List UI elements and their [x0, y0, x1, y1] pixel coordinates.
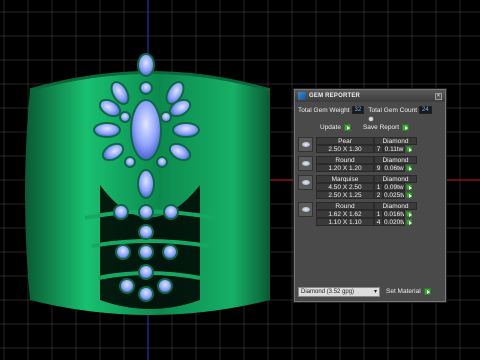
gem-row: 4.50 X 2.50 1 0.09tw	[316, 183, 442, 191]
total-weight-field: 32	[351, 106, 365, 114]
total-count-label: Total Gem Count	[368, 106, 418, 114]
round-gem	[138, 264, 154, 280]
gem-qty: 1	[374, 183, 383, 191]
totals-row: Total Gem Weight 32 Total Gem Count 24	[295, 104, 445, 116]
gem-material: Diamond	[374, 156, 417, 164]
divider-knob-icon[interactable]	[368, 116, 374, 122]
gem-thumbnail-icon[interactable]	[298, 156, 313, 171]
gem-row: 1.10 X 1.10 4 0.020tw	[316, 218, 442, 226]
set-material-button[interactable]	[423, 288, 431, 295]
gem-row: 2.50 X 1.30 7 0.11tw	[316, 145, 442, 153]
gem-weight: 0.016tw	[383, 210, 405, 218]
gem-select-button[interactable]	[406, 211, 412, 217]
gem-size: 4.50 X 2.50	[316, 183, 374, 191]
gem-thumbnail-icon[interactable]	[298, 202, 313, 217]
save-report-button[interactable]	[402, 124, 410, 131]
round-gem	[138, 286, 154, 302]
gem-group: Round Diamond 1.20 X 1.20 9 0.06tw	[298, 156, 442, 172]
round-gem	[115, 244, 131, 260]
gem-select-button[interactable]	[406, 192, 412, 198]
gem-shape: Round	[316, 156, 374, 164]
material-density: (3.52 gpg)	[326, 288, 355, 295]
gem-qty: 2	[374, 191, 383, 199]
actions-row: Update Save Report	[295, 122, 445, 133]
gem-thumbnail-icon[interactable]	[298, 137, 313, 152]
gem-qty: 7	[374, 145, 383, 153]
round-gem	[113, 204, 129, 220]
gem-group: Round Diamond 1.62 X 1.62 1 0.016tw 1.10 X …	[298, 202, 442, 226]
gem-weight: 0.06tw	[383, 164, 405, 172]
gem-shape: Marquise	[316, 175, 374, 183]
gem-thumbnail-icon[interactable]	[298, 175, 313, 190]
total-weight-label: Total Gem Weight	[298, 106, 350, 114]
marquise-center	[130, 99, 162, 161]
round-gem	[139, 81, 153, 95]
round-gem	[119, 111, 131, 123]
marquise-drop	[137, 169, 155, 199]
gem-group: Marquise Diamond 4.50 X 2.50 1 0.09tw 2.50 …	[298, 175, 442, 199]
gem-group: Pear Diamond 2.50 X 1.30 7 0.11tw	[298, 137, 442, 153]
gem-select-button[interactable]	[406, 184, 412, 190]
close-icon[interactable]: ×	[435, 92, 442, 100]
gem-weight: 0.11tw	[383, 145, 405, 153]
round-gem	[138, 204, 154, 220]
pear-gem	[93, 122, 121, 138]
gem-row: 1.62 X 1.62 1 0.016tw	[316, 210, 442, 218]
round-gem	[124, 156, 136, 168]
gem-reporter-panel: GEM REPORTER × Total Gem Weight 32 Total…	[294, 89, 446, 302]
gem-shape: Pear	[316, 137, 374, 145]
gem-material: Diamond	[374, 137, 417, 145]
pear-gem	[137, 53, 155, 77]
material-select-value: Diamond	[301, 288, 326, 295]
save-report-label: Save Report	[362, 124, 400, 131]
panel-title: GEM REPORTER	[309, 93, 361, 99]
gem-qty: 1	[374, 210, 383, 218]
gem-material: Diamond	[374, 175, 417, 183]
round-gem	[138, 224, 154, 240]
round-gem	[138, 244, 154, 260]
gem-material: Diamond	[374, 202, 417, 210]
gem-size: 2.50 X 1.30	[316, 145, 374, 153]
gem-size: 1.62 X 1.62	[316, 210, 374, 218]
gem-list: Pear Diamond 2.50 X 1.30 7 0.11tw Round Diam…	[298, 137, 442, 226]
chevron-down-icon: ▾	[373, 288, 377, 295]
round-gem	[163, 204, 179, 220]
round-gem	[119, 278, 135, 294]
set-material-label: Set Material	[386, 288, 421, 295]
round-gem	[160, 111, 172, 123]
gem-row: 1.20 X 1.20 9 0.06tw	[316, 164, 442, 172]
update-button[interactable]	[343, 124, 351, 131]
gem-select-button[interactable]	[406, 165, 412, 171]
round-gem	[162, 244, 178, 260]
gem-size: 1.20 X 1.20	[316, 164, 374, 172]
gem-select-button[interactable]	[406, 146, 412, 152]
round-gem	[157, 278, 173, 294]
gem-qty: 9	[374, 164, 383, 172]
panel-divider[interactable]	[295, 116, 445, 122]
gem-select-button[interactable]	[406, 219, 412, 225]
round-gem	[156, 156, 168, 168]
gem-reporter-icon	[298, 92, 306, 100]
gem-weight: 0.020tw	[383, 218, 405, 226]
total-count-field: 24	[419, 106, 432, 114]
gem-weight: 0.09tw	[383, 183, 405, 191]
update-label: Update	[320, 124, 341, 131]
panel-titlebar[interactable]: GEM REPORTER ×	[295, 90, 445, 102]
material-select[interactable]: Diamond (3.52 gpg) ▾	[298, 286, 380, 297]
gem-size: 2.50 X 1.25	[316, 191, 374, 199]
panel-footer: Diamond (3.52 gpg) ▾ Set Material	[298, 286, 442, 297]
gem-shape: Round	[316, 202, 374, 210]
gem-weight: 0.025tw	[383, 191, 405, 199]
pear-gem	[172, 122, 200, 138]
gem-size: 1.10 X 1.10	[316, 218, 374, 226]
gem-row: 2.50 X 1.25 2 0.025tw	[316, 191, 442, 199]
gem-qty: 4	[374, 218, 383, 226]
